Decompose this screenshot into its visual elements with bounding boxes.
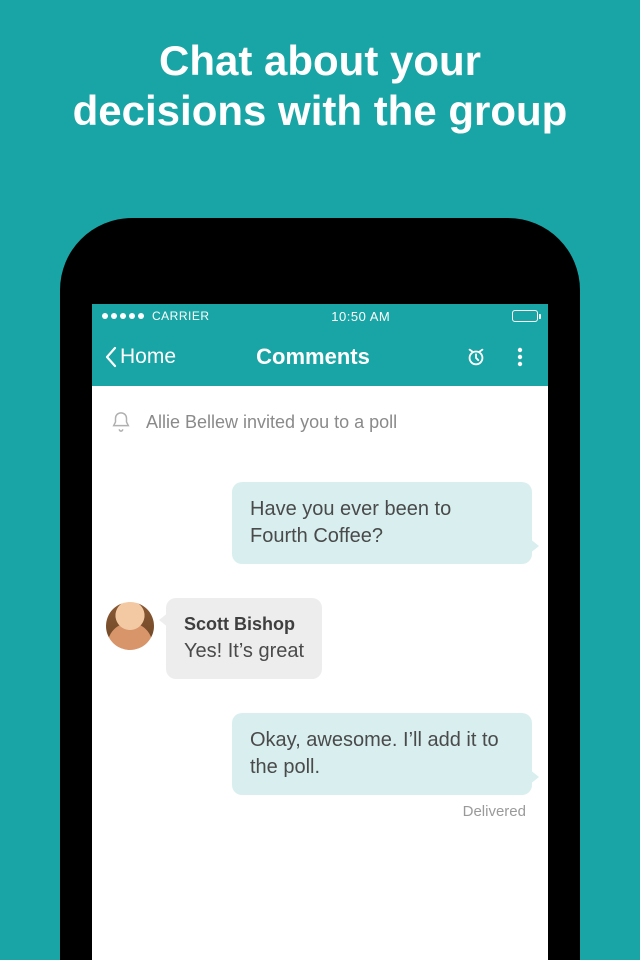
signal-icon bbox=[102, 313, 144, 319]
carrier-label: CARRIER bbox=[152, 309, 210, 323]
outgoing-message[interactable]: Okay, awesome. I’ll add it to the poll. bbox=[232, 713, 532, 795]
alarm-icon bbox=[465, 346, 487, 368]
nav-actions bbox=[464, 345, 540, 369]
more-button[interactable] bbox=[508, 345, 532, 369]
page-title: Comments bbox=[162, 344, 464, 370]
clock-label: 10:50 AM bbox=[210, 309, 512, 324]
nav-bar: Home Comments bbox=[92, 328, 548, 386]
message-text: Okay, awesome. I’ll add it to the poll. bbox=[250, 729, 499, 778]
message-row: Have you ever been to Fourth Coffee? bbox=[106, 482, 532, 564]
phone-frame: CARRIER 10:50 AM Home Comments bbox=[60, 218, 580, 960]
chevron-left-icon bbox=[104, 346, 118, 368]
message-row: Scott Bishop Yes! It’s great bbox=[106, 598, 532, 679]
hero-line-2: decisions with the group bbox=[0, 86, 640, 136]
more-vertical-icon bbox=[517, 347, 523, 367]
notice-text: Allie Bellew invited you to a poll bbox=[146, 412, 397, 433]
timer-button[interactable] bbox=[464, 345, 488, 369]
battery-icon bbox=[512, 310, 538, 322]
message-text: Yes! It’s great bbox=[184, 640, 304, 662]
hero-line-1: Chat about your bbox=[0, 36, 640, 86]
message-row: Okay, awesome. I’ll add it to the poll. bbox=[106, 713, 532, 795]
phone-screen: CARRIER 10:50 AM Home Comments bbox=[92, 304, 548, 960]
sender-name: Scott Bishop bbox=[184, 612, 304, 636]
chat-thread[interactable]: Have you ever been to Fourth Coffee? Sco… bbox=[92, 444, 548, 960]
delivery-status: Delivered bbox=[106, 803, 532, 820]
hero-heading: Chat about your decisions with the group bbox=[0, 0, 640, 137]
poll-notice: Allie Bellew invited you to a poll bbox=[92, 386, 548, 444]
message-text: Have you ever been to Fourth Coffee? bbox=[250, 498, 451, 547]
outgoing-message[interactable]: Have you ever been to Fourth Coffee? bbox=[232, 482, 532, 564]
status-bar: CARRIER 10:50 AM bbox=[92, 304, 548, 328]
avatar[interactable] bbox=[106, 602, 154, 650]
incoming-message[interactable]: Scott Bishop Yes! It’s great bbox=[166, 598, 322, 679]
bell-icon bbox=[110, 410, 132, 434]
